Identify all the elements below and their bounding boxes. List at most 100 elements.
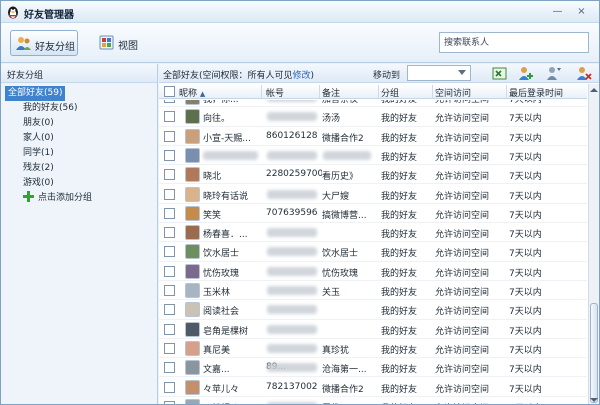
add-friend-icon[interactable] bbox=[517, 65, 534, 82]
add-group-label: 点击添加分组 bbox=[38, 193, 93, 203]
column-group[interactable]: 分组 bbox=[381, 86, 399, 99]
view-button[interactable]: 视图 bbox=[94, 30, 144, 56]
column-divider bbox=[378, 85, 379, 98]
cell-note: 微播合作2 bbox=[322, 384, 364, 395]
move-to-dropdown[interactable] bbox=[407, 65, 471, 81]
column-note[interactable]: 备注 bbox=[322, 86, 340, 99]
avatar bbox=[185, 225, 200, 241]
table-row[interactable]: 向往。 汤汤 我的好友 允许访问空间 7天以内 bbox=[159, 107, 587, 127]
close-button[interactable]: × bbox=[573, 4, 590, 19]
cell-nickname: 晓玲有话说 bbox=[203, 191, 249, 202]
list-heading-text: 全部好友(空间权限：所有人可见 bbox=[163, 71, 293, 81]
table-row[interactable]: 晓北 2280259700 看历史》 我的好友 允许访问空间 7天以内 bbox=[159, 165, 587, 185]
add-group-link[interactable]: 点击添加分组 bbox=[23, 191, 92, 205]
export-excel-icon[interactable] bbox=[491, 65, 508, 82]
sidebar-item-family[interactable]: 家人(0) bbox=[23, 131, 153, 146]
cell-nickname: 杨春喜．... bbox=[203, 230, 248, 241]
redacted-text bbox=[267, 228, 317, 238]
avatar bbox=[185, 398, 200, 404]
column-divider bbox=[432, 85, 433, 98]
column-account[interactable]: 帐号 bbox=[266, 86, 284, 99]
avatar bbox=[185, 340, 200, 356]
table-row[interactable]: 我，你... 加普亲仅 我的好友 允许访问空间 7天以内 bbox=[159, 100, 587, 108]
row-checkbox[interactable] bbox=[164, 323, 175, 335]
column-last-login[interactable]: 最后登录时间 bbox=[509, 86, 563, 99]
cell-group: 我的好友 bbox=[381, 288, 418, 298]
scroll-down-button[interactable] bbox=[589, 395, 599, 404]
column-permission[interactable]: 空间访问 bbox=[435, 86, 471, 99]
row-checkbox[interactable] bbox=[164, 381, 175, 393]
sort-up-icon: ▲ bbox=[199, 90, 206, 98]
row-checkbox[interactable] bbox=[164, 188, 175, 200]
avatar bbox=[185, 302, 200, 318]
sidebar-item-disabled-friends[interactable]: 残友(2) bbox=[23, 161, 153, 176]
cell-nickname: 々苹儿々 bbox=[203, 384, 240, 395]
friend-settings-icon[interactable] bbox=[545, 65, 562, 82]
row-checkbox[interactable] bbox=[164, 342, 175, 354]
cell-group: 我的好友 bbox=[381, 172, 418, 183]
table-row[interactable]: 笑笑 707639596 搞微博营... 我的好友 允许访问空间 7天以内 bbox=[159, 204, 587, 224]
cell-group: 我的好友 bbox=[381, 268, 418, 279]
scrollbar-thumb[interactable] bbox=[590, 303, 598, 403]
cell-group: 我的好友 bbox=[381, 133, 418, 144]
arrow-down-icon bbox=[590, 398, 598, 402]
row-checkbox[interactable] bbox=[164, 130, 175, 142]
row-checkbox[interactable] bbox=[164, 246, 175, 258]
table-row[interactable]: ゞ絆鐳る... 周俊 我的好友允许访问空间7天以内 bbox=[159, 397, 587, 404]
row-checkbox[interactable] bbox=[164, 400, 175, 404]
table-row[interactable]: 杨春喜．... 我的好友 允许访问空间 7天以内 bbox=[159, 223, 587, 243]
sidebar-item-games[interactable]: 游戏(0) bbox=[23, 176, 153, 191]
vertical-scrollbar[interactable] bbox=[588, 84, 599, 404]
column-divider bbox=[506, 85, 507, 98]
select-all-checkbox[interactable] bbox=[164, 86, 175, 97]
minimize-button[interactable]: — bbox=[549, 4, 566, 19]
cell-nickname: 我，你... bbox=[203, 100, 239, 105]
scroll-up-button[interactable] bbox=[589, 85, 599, 95]
friend-group-button[interactable]: 好友分组 bbox=[10, 30, 78, 56]
table-row[interactable]: 文嘉...89...沧海第一...我的好友允许访问空间7天以内 bbox=[159, 358, 587, 378]
table-row[interactable]: 我的好友 允许访问空间 7天以内 bbox=[159, 146, 587, 166]
edit-permission-link[interactable]: 修改 bbox=[293, 71, 311, 81]
row-checkbox[interactable] bbox=[164, 227, 175, 239]
row-checkbox[interactable] bbox=[164, 362, 175, 374]
column-nickname[interactable]: 昵称 ▲ bbox=[179, 86, 205, 99]
table-row[interactable]: 忧伤玫瑰 忧伤玫瑰 我的好友 允许访问空间 7天以内 bbox=[159, 262, 587, 281]
table-row[interactable]: 饮水居士 饮水居士 我的好友 允许访问空间 7天以内 bbox=[159, 242, 587, 262]
cell-last-login: 7天以内 bbox=[509, 268, 542, 279]
table-row[interactable]: 阅读社会 我的好友 允许访问空间 7天以内 bbox=[159, 300, 587, 320]
row-checkbox[interactable] bbox=[164, 207, 175, 219]
cell-last-login: 7天以内 bbox=[509, 230, 542, 241]
sidebar-item-my-friends[interactable]: 我的好友(56) bbox=[23, 101, 153, 116]
sidebar-item-classmates[interactable]: 同学(1) bbox=[23, 146, 153, 161]
redacted-text bbox=[267, 305, 317, 315]
cell-group: 我的好友 bbox=[381, 152, 418, 163]
redacted-text bbox=[203, 150, 258, 160]
table-row[interactable]: 々苹儿々 782137002 微播合作2 我的好友 允许访问空间 7天以内 bbox=[159, 378, 587, 397]
row-checkbox[interactable] bbox=[164, 149, 175, 161]
avatar bbox=[185, 147, 200, 163]
row-checkbox[interactable] bbox=[164, 100, 175, 103]
row-checkbox[interactable] bbox=[164, 111, 175, 123]
cell-nickname: 玉米林 bbox=[203, 288, 231, 298]
cell-last-login: 7天以内 bbox=[509, 307, 542, 318]
redacted-text bbox=[267, 112, 317, 122]
search-input[interactable] bbox=[439, 32, 589, 53]
cell-group: 我的好友 bbox=[381, 249, 418, 260]
sidebar-item-friends[interactable]: 朋友(0) bbox=[23, 116, 153, 131]
table-row[interactable]: 晓玲有话说 大尸嫂 我的好友 允许访问空间 7天以内 bbox=[159, 185, 587, 204]
sidebar-item-all-friends[interactable]: 全部好友(59) bbox=[5, 86, 65, 101]
avatar bbox=[185, 283, 200, 298]
cell-note: 大尸嫂 bbox=[322, 191, 350, 202]
redacted-text bbox=[267, 100, 317, 102]
cell-group: 我的好友 bbox=[381, 210, 418, 221]
row-checkbox[interactable] bbox=[164, 169, 175, 181]
row-checkbox[interactable] bbox=[164, 265, 175, 277]
table-row[interactable]: 皂角是棵树 我的好友 允许访问空间 7天以内 bbox=[159, 320, 587, 339]
delete-friend-icon[interactable] bbox=[575, 65, 592, 82]
cell-last-login: 7天以内 bbox=[509, 365, 542, 376]
table-row[interactable]: 玉米林 关玉 我的好友 允许访问空间 7天以内 bbox=[159, 281, 587, 301]
table-row[interactable]: 真尼美 真珍犹 我的好友 允许访问空间 7天以内 bbox=[159, 339, 587, 359]
row-checkbox[interactable] bbox=[164, 285, 175, 296]
row-checkbox[interactable] bbox=[164, 304, 175, 316]
table-row[interactable]: 小宣-天赐... 860126128 微播合作2 我的好友 允许访问空间 7天以内 bbox=[159, 127, 587, 146]
